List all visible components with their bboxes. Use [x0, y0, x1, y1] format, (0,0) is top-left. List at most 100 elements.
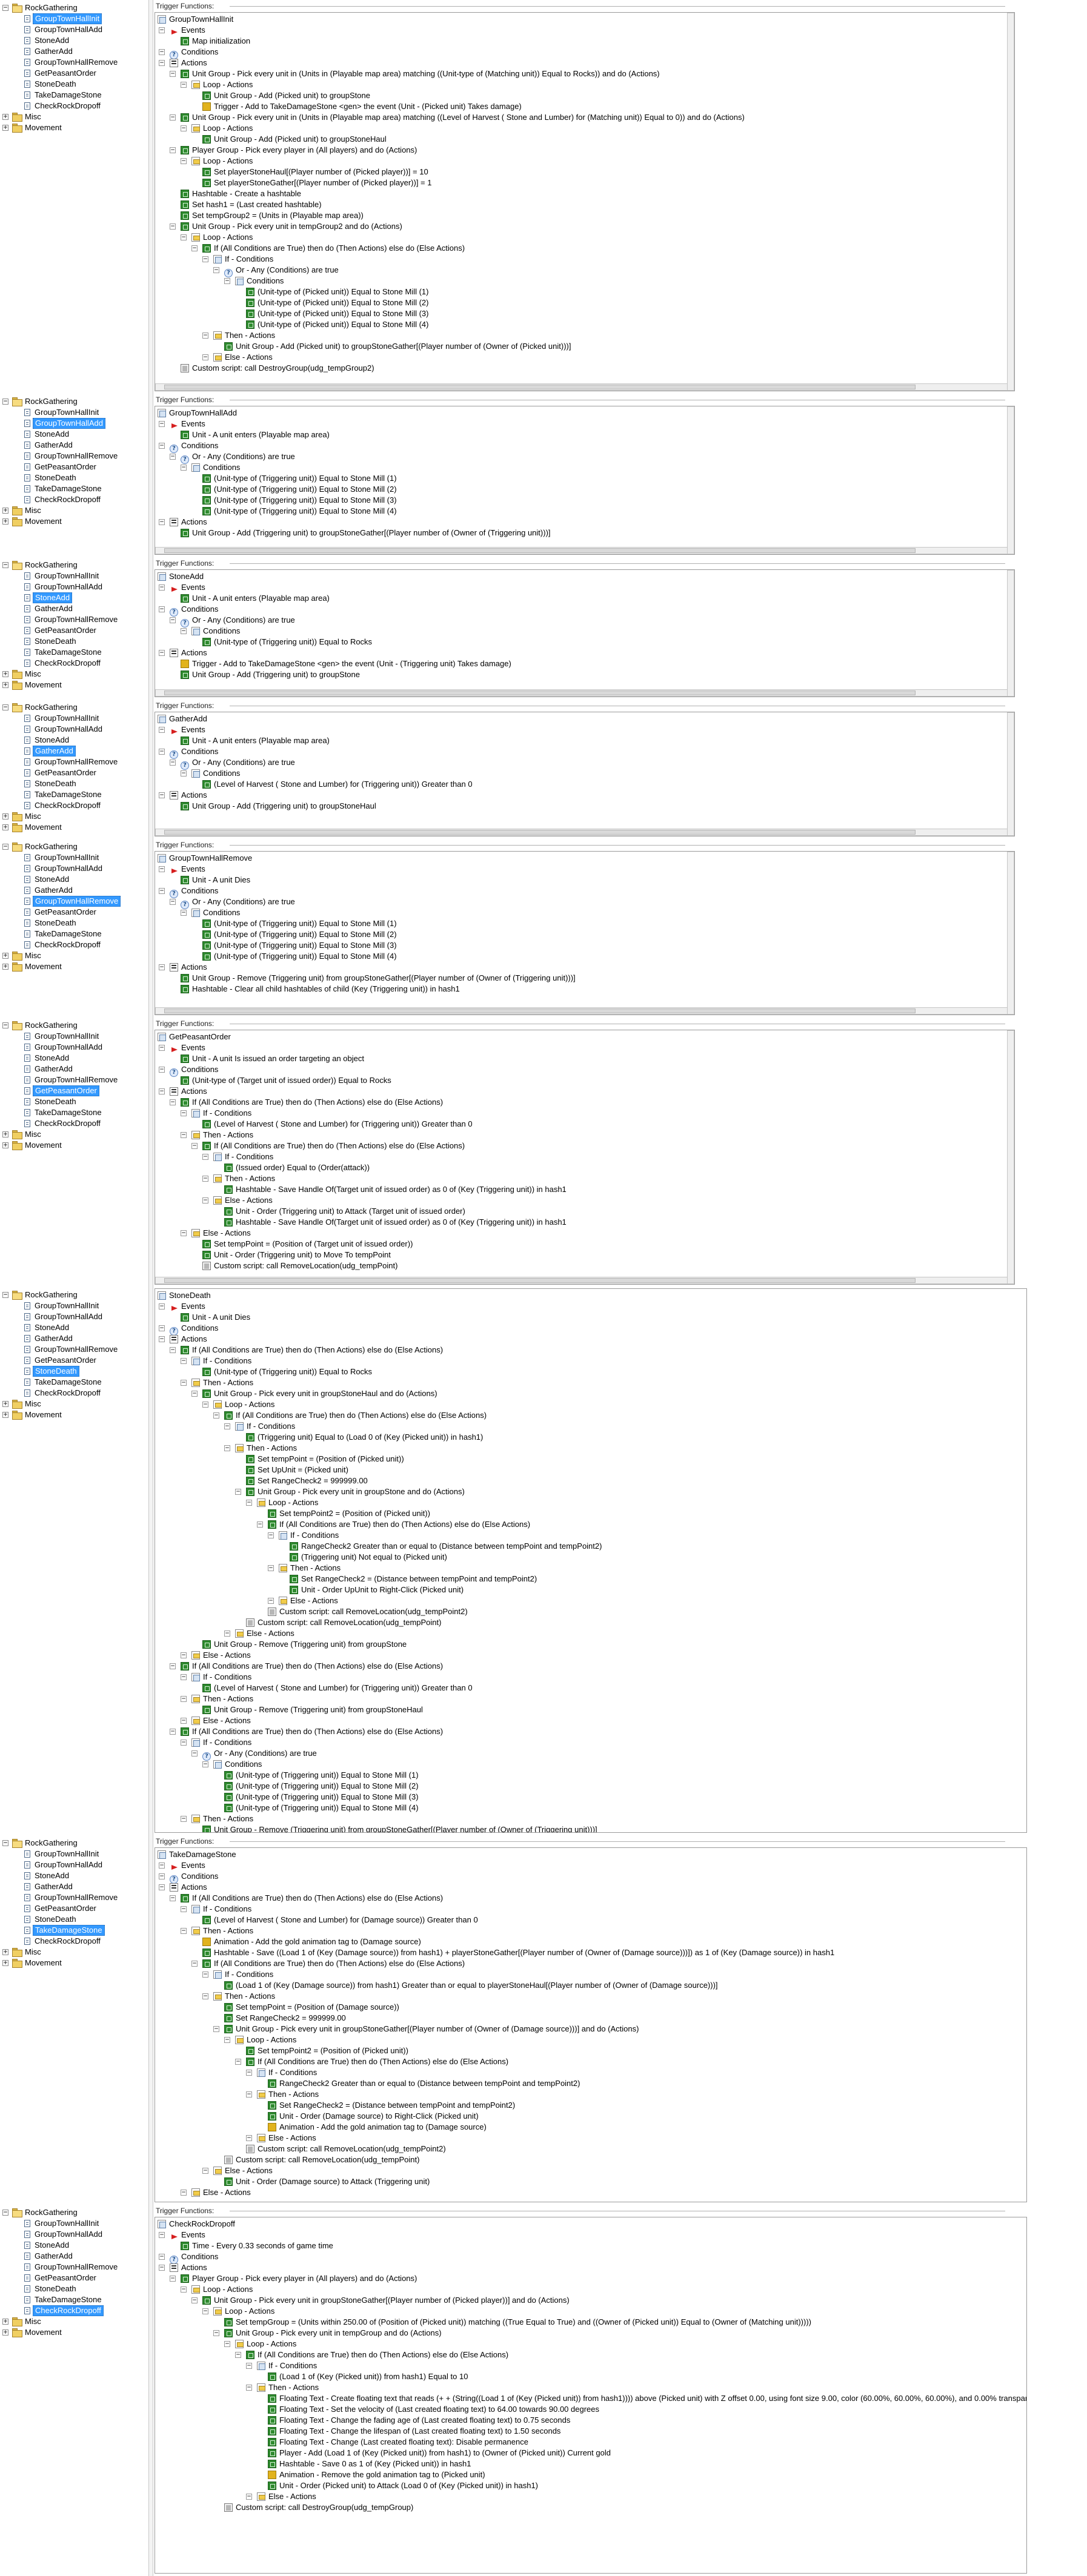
collapse-toggle-icon[interactable]: −: [213, 2026, 219, 2032]
tree-item-label[interactable]: GatherAdd: [33, 1064, 75, 1074]
trigger-name-row[interactable]: GatherAdd: [158, 714, 207, 724]
trigger-line[interactable]: − Conditions: [202, 1759, 262, 1770]
trigger-line[interactable]: − Loop - Actions: [181, 79, 253, 90]
trigger-line[interactable]: (Unit-type of (Picked unit)) Equal to St…: [246, 286, 429, 297]
collapse-toggle-icon[interactable]: −: [181, 1674, 187, 1680]
tree-item-checkrockdropoff[interactable]: CheckRockDropoff: [0, 658, 145, 669]
collapse-toggle-icon[interactable]: −: [2, 399, 8, 405]
tree-item-label[interactable]: GroupTownHallRemove: [33, 57, 119, 68]
tree-category-misc[interactable]: + Misc: [0, 950, 145, 961]
horizontal-scrollbar[interactable]: [155, 547, 1014, 554]
collapse-toggle-icon[interactable]: −: [246, 1500, 252, 1506]
trigger-line[interactable]: − Then - Actions: [181, 1694, 253, 1704]
trigger-line[interactable]: − Or - Any (Conditions) are true: [170, 757, 295, 770]
trigger-line[interactable]: (Unit-type of (Triggering unit)) Equal t…: [202, 473, 397, 484]
tree-item-stoneadd[interactable]: StoneAdd: [0, 874, 145, 885]
collapse-toggle-icon[interactable]: −: [268, 1532, 274, 1538]
trigger-line[interactable]: − Actions: [159, 1334, 207, 1345]
tree-item-grouptownhallinit[interactable]: GroupTownHallInit: [0, 407, 145, 418]
expand-toggle-icon[interactable]: +: [2, 682, 8, 688]
trigger-line[interactable]: Player - Add (Load 1 of (Key (Picked uni…: [268, 2448, 611, 2458]
tree-item-label[interactable]: StoneDeath: [33, 918, 78, 929]
expand-toggle-icon[interactable]: +: [2, 1949, 8, 1955]
trigger-line[interactable]: (Unit-type of (Triggering unit)) Equal t…: [224, 1792, 419, 1803]
tree-item-checkrockdropoff[interactable]: CheckRockDropoff: [0, 939, 145, 950]
collapse-toggle-icon[interactable]: −: [181, 1110, 187, 1116]
tree-item-label[interactable]: CheckRockDropoff: [33, 1388, 102, 1399]
collapse-toggle-icon[interactable]: −: [170, 1099, 176, 1105]
tree-item-gatheradd[interactable]: GatherAdd: [0, 746, 145, 757]
tree-item-grouptownhallinit[interactable]: GroupTownHallInit: [0, 1300, 145, 1311]
tree-item-grouptownhallremove[interactable]: GroupTownHallRemove: [0, 57, 145, 68]
trigger-line[interactable]: (Unit-type of (Target unit of issued ord…: [181, 1075, 391, 1086]
collapse-toggle-icon[interactable]: −: [246, 2385, 252, 2391]
tree-item-label[interactable]: GatherAdd: [33, 746, 76, 757]
tree-category-movement[interactable]: + Movement: [0, 1958, 145, 1968]
trigger-line[interactable]: − Player Group - Pick every player in (Al…: [170, 2273, 417, 2284]
tree-item-grouptownhallinit[interactable]: GroupTownHallInit: [0, 713, 145, 724]
horizontal-scrollbar[interactable]: [155, 383, 1014, 391]
trigger-line[interactable]: (Unit-type of (Picked unit)) Equal to St…: [246, 308, 429, 319]
tree-item-label[interactable]: StoneDeath: [33, 472, 78, 483]
tree-item-takedamagestone[interactable]: TakeDamageStone: [0, 1925, 145, 1936]
trigger-line[interactable]: − Actions: [159, 517, 207, 528]
tree-item-takedamagestone[interactable]: TakeDamageStone: [0, 647, 145, 658]
trigger-line[interactable]: Unit - Order (Damage source) to Right-Cl…: [268, 2111, 479, 2122]
tree-item-takedamagestone[interactable]: TakeDamageStone: [0, 2294, 145, 2305]
collapse-toggle-icon[interactable]: −: [159, 519, 165, 525]
tree-category-misc[interactable]: + Misc: [0, 669, 145, 680]
trigger-line[interactable]: − Else - Actions: [181, 1650, 251, 1661]
collapse-toggle-icon[interactable]: −: [181, 770, 187, 776]
collapse-toggle-icon[interactable]: −: [2, 704, 8, 710]
trigger-line[interactable]: − If (All Conditions are True) then do (T…: [191, 243, 465, 254]
tree-item-label[interactable]: GatherAdd: [33, 440, 75, 451]
collapse-toggle-icon[interactable]: −: [181, 2190, 187, 2196]
trigger-line[interactable]: − If - Conditions: [181, 1108, 251, 1119]
collapse-toggle-icon[interactable]: −: [181, 1718, 187, 1724]
trigger-line[interactable]: Unit Group - Add (Picked unit) to groupS…: [202, 134, 387, 145]
collapse-toggle-icon[interactable]: −: [246, 2363, 252, 2369]
tree-item-takedamagestone[interactable]: TakeDamageStone: [0, 929, 145, 939]
trigger-line[interactable]: Floating Text - Change the lifespan of (…: [268, 2426, 560, 2437]
tree-category-row[interactable]: − RockGathering: [0, 702, 145, 713]
trigger-line[interactable]: − Unit Group - Pick every unit in groupSt…: [191, 2295, 570, 2306]
collapse-toggle-icon[interactable]: −: [2, 844, 8, 850]
tree-item-label[interactable]: GroupTownHallInit: [33, 1031, 101, 1042]
collapse-toggle-icon[interactable]: −: [159, 584, 165, 591]
tree-item-label[interactable]: TakeDamageStone: [33, 1377, 104, 1388]
expand-toggle-icon[interactable]: +: [2, 518, 8, 525]
panel-splitter[interactable]: [148, 700, 153, 839]
trigger-line[interactable]: − Actions: [159, 962, 207, 973]
tree-item-label[interactable]: StoneDeath: [33, 79, 78, 90]
trigger-line[interactable]: − Then - Actions: [181, 1813, 253, 1824]
collapse-toggle-icon[interactable]: −: [159, 792, 165, 798]
panel-splitter[interactable]: [148, 1835, 153, 2205]
collapse-toggle-icon[interactable]: −: [181, 125, 187, 131]
tree-item-label[interactable]: GetPeasantOrder: [33, 767, 98, 778]
trigger-line[interactable]: (Unit-type of (Triggering unit)) Equal t…: [202, 929, 397, 940]
expand-toggle-icon[interactable]: +: [2, 1401, 8, 1407]
tree-item-stoneadd[interactable]: StoneAdd: [0, 1053, 145, 1064]
tree-item-stonedeath[interactable]: StoneDeath: [0, 1366, 145, 1377]
tree-category-row[interactable]: − RockGathering: [0, 841, 145, 852]
trigger-line[interactable]: − Conditions: [159, 47, 218, 59]
trigger-line[interactable]: − Then - Actions: [202, 330, 275, 341]
collapse-toggle-icon[interactable]: −: [202, 333, 208, 339]
expand-toggle-icon[interactable]: +: [2, 964, 8, 970]
trigger-line[interactable]: − If (All Conditions are True) then do (T…: [170, 1726, 443, 1737]
trigger-line[interactable]: Unit - Order (Damage source) to Attack (…: [224, 2176, 430, 2187]
trigger-line[interactable]: − If (All Conditions are True) then do (T…: [257, 1519, 530, 1530]
collapse-toggle-icon[interactable]: −: [213, 2330, 219, 2336]
trigger-line[interactable]: Set tempPoint2 = (Position of (Picked un…: [268, 1508, 430, 1519]
trigger-line[interactable]: Custom script: call RemoveLocation(udg_t…: [246, 2144, 446, 2154]
trigger-line[interactable]: (Unit-type of (Triggering unit)) Equal t…: [202, 637, 372, 647]
expand-toggle-icon[interactable]: +: [2, 813, 8, 819]
scrollbar-thumb[interactable]: [164, 1008, 916, 1013]
trigger-line[interactable]: Custom script: call RemoveLocation(udg_t…: [246, 1617, 441, 1628]
collapse-toggle-icon[interactable]: −: [181, 1380, 187, 1386]
collapse-toggle-icon[interactable]: −: [159, 1336, 165, 1342]
tree-item-takedamagestone[interactable]: TakeDamageStone: [0, 789, 145, 800]
vertical-scrollbar[interactable]: [1007, 712, 1014, 836]
tree-item-label[interactable]: CheckRockDropoff: [33, 1118, 102, 1129]
trigger-line[interactable]: − Conditions: [224, 276, 284, 286]
